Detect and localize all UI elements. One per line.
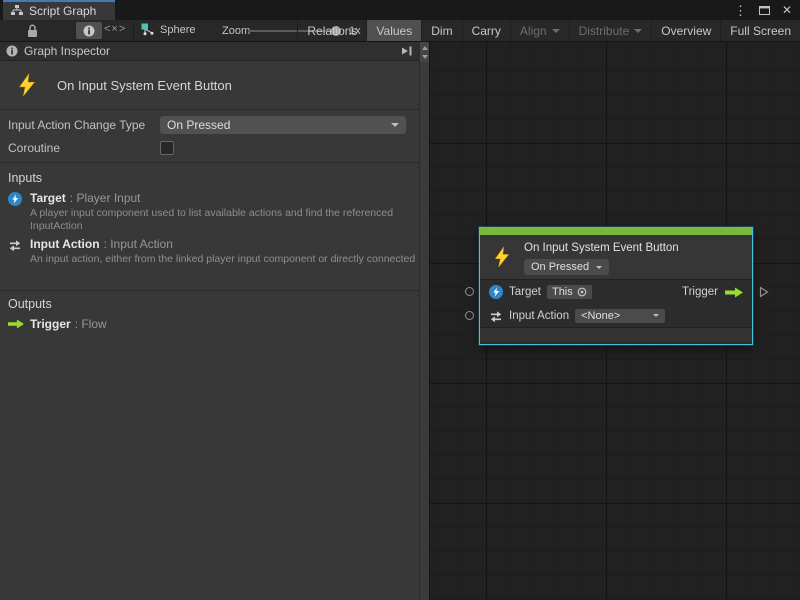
input-action-label: Input Action	[509, 310, 569, 322]
graph-canvas[interactable]: On Input System Event Button On Pressed …	[430, 42, 800, 600]
inspector-title: Graph Inspector	[24, 44, 110, 58]
input-port-input-action-description: An input action, either from the linked …	[30, 253, 430, 266]
node-title-block: On Input System Event Button	[0, 61, 419, 110]
trigger-output-port[interactable]	[759, 286, 769, 298]
coroutine-label: Coroutine	[8, 141, 60, 155]
graph-toolbar: <×> Sphere Zoom 1x Relations Values Dim …	[0, 20, 800, 42]
player-input-icon	[489, 285, 503, 299]
info-icon	[6, 45, 18, 57]
input-action-dropdown[interactable]: <None>	[575, 309, 665, 323]
triangle-up-icon	[422, 43, 428, 50]
distribute-button[interactable]: Distribute	[569, 20, 652, 41]
tab-bar: Script Graph ⋮ ✕	[0, 0, 800, 20]
toolbar-button-group: Relations Values Dim Carry Align Distrib…	[297, 20, 800, 41]
player-input-icon	[8, 192, 22, 206]
event-node-color-bar	[480, 228, 752, 235]
script-graph-icon	[11, 5, 23, 17]
chevron-down-icon	[653, 314, 659, 320]
unity-script-graph-window: Script Graph ⋮ ✕ <×>	[0, 0, 800, 600]
node-header[interactable]: On Input System Event Button On Pressed	[480, 235, 752, 280]
inspector-node-title: On Input System Event Button	[57, 78, 232, 93]
output-port-trigger: Trigger: Flow	[30, 317, 107, 331]
tab-label: Script Graph	[29, 4, 96, 18]
change-type-dropdown[interactable]: On Pressed	[160, 116, 406, 134]
close-icon[interactable]: ✕	[782, 4, 792, 16]
values-button[interactable]: Values	[366, 20, 421, 41]
change-type-label: Input Action Change Type	[8, 118, 145, 132]
node-settings: Input Action Change Type On Pressed Coro…	[0, 110, 419, 163]
target-input-port[interactable]	[465, 287, 474, 296]
event-option-value: On Pressed	[531, 261, 589, 273]
carry-button[interactable]: Carry	[462, 20, 510, 41]
align-button[interactable]: Align	[510, 20, 569, 41]
target-object-field[interactable]: This	[547, 285, 592, 299]
graph-owner-label: Sphere	[160, 24, 195, 36]
inspector-header: Graph Inspector	[0, 42, 419, 61]
input-action-input-port[interactable]	[465, 311, 474, 320]
chevron-down-icon	[634, 29, 642, 37]
inputs-section: Inputs Target: Player Input A player inp…	[0, 163, 419, 291]
target-label: Target	[509, 286, 541, 298]
object-picker-icon	[577, 287, 587, 297]
lightning-bolt-icon	[492, 245, 512, 269]
chevron-down-icon	[391, 123, 399, 131]
input-port-input-action: Input Action: Input Action	[30, 237, 173, 251]
chevron-down-icon	[552, 29, 560, 37]
inspector-toggle-button[interactable]	[76, 22, 102, 39]
input-port-target-description: A player input component used to list av…	[30, 207, 430, 233]
dim-button[interactable]: Dim	[421, 20, 461, 41]
graph-asset-icon	[141, 23, 154, 36]
event-node[interactable]: On Input System Event Button On Pressed …	[479, 227, 753, 345]
triangle-down-icon	[422, 55, 428, 62]
scroll-down-button[interactable]	[420, 52, 429, 62]
graph-owner-button[interactable]: Sphere	[141, 23, 195, 36]
tab-script-graph[interactable]: Script Graph	[3, 0, 115, 20]
outputs-section: Outputs Trigger: Flow	[0, 291, 419, 351]
input-action-icon	[489, 309, 503, 323]
inspector-scrollbar[interactable]	[419, 42, 429, 600]
input-port-target: Target: Player Input	[30, 191, 141, 205]
change-type-value: On Pressed	[167, 118, 230, 132]
inputs-heading: Inputs	[8, 171, 42, 185]
coroutine-checkbox[interactable]	[160, 141, 174, 155]
trigger-label: Trigger	[682, 286, 718, 298]
chevron-down-icon	[596, 266, 602, 272]
flow-arrow-icon	[725, 287, 743, 298]
maximize-icon[interactable]	[759, 5, 770, 15]
graph-inspector-panel: Graph Inspector On Input System Event Bu…	[0, 42, 430, 600]
zoom-label: Zoom	[222, 25, 250, 37]
input-action-icon	[8, 238, 22, 252]
scroll-up-button[interactable]	[420, 42, 429, 52]
overview-button[interactable]: Overview	[651, 20, 720, 41]
node-row-target: Target This Trigger	[480, 280, 752, 304]
node-row-input-action: Input Action <None>	[480, 304, 752, 327]
info-icon	[83, 25, 95, 37]
toolbar-divider	[133, 22, 134, 40]
event-option-dropdown[interactable]: On Pressed	[524, 259, 609, 275]
lock-button[interactable]	[27, 24, 38, 38]
dock-panel-icon[interactable]	[401, 46, 413, 56]
code-preview-icon: <×>	[104, 23, 126, 35]
lock-icon	[27, 24, 38, 38]
node-footer	[480, 327, 752, 342]
node-title: On Input System Event Button	[524, 242, 679, 254]
lightning-bolt-icon	[16, 72, 38, 98]
flow-arrow-icon	[8, 319, 24, 329]
window-menu-icon[interactable]: ⋮	[734, 4, 747, 17]
relations-button[interactable]: Relations	[297, 20, 366, 41]
outputs-heading: Outputs	[8, 297, 52, 311]
trigger-output: Trigger	[682, 286, 743, 298]
code-preview-button[interactable]: <×>	[104, 23, 126, 35]
full-screen-button[interactable]: Full Screen	[720, 20, 800, 41]
